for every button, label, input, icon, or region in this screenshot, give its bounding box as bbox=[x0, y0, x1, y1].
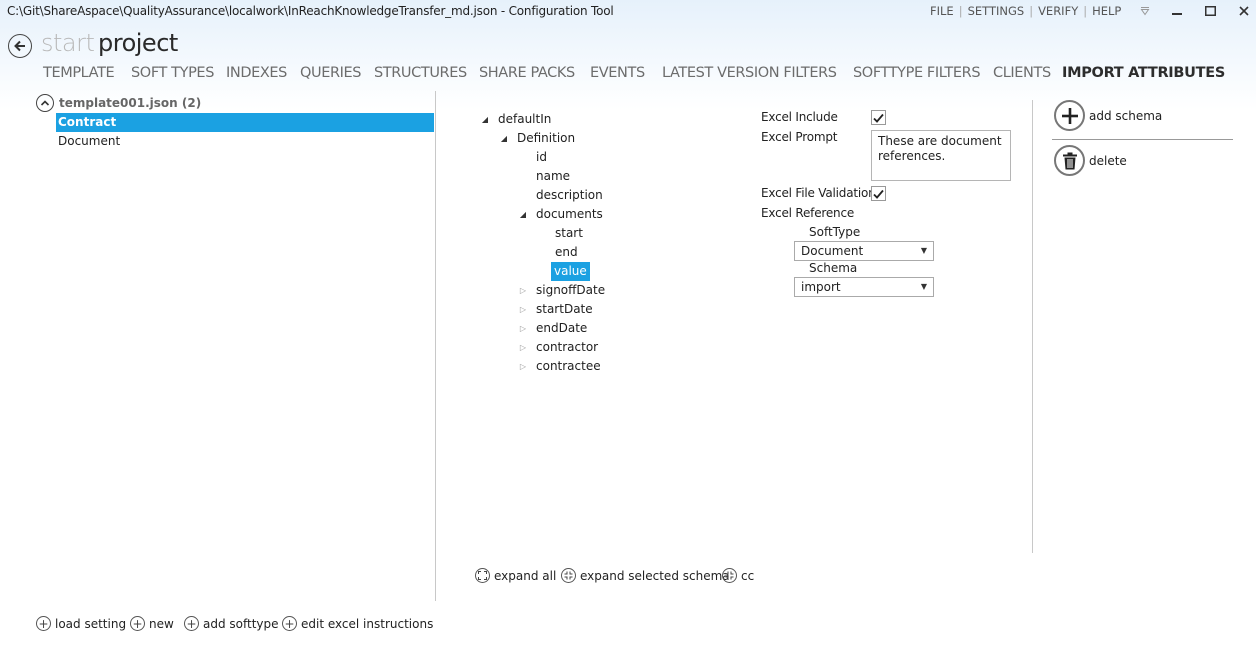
maximize-icon[interactable] bbox=[1201, 0, 1219, 22]
tab-soft-types[interactable]: SOFT TYPES bbox=[131, 65, 214, 81]
collapse-icon bbox=[722, 568, 737, 583]
collapse-icon bbox=[561, 568, 576, 583]
expand-all-icon bbox=[475, 568, 490, 583]
excel-include-label: Excel Include bbox=[761, 110, 838, 124]
tree-node[interactable]: start bbox=[552, 224, 586, 243]
tree-node[interactable]: ◢ Definition bbox=[499, 129, 578, 148]
panel-divider-right bbox=[1032, 100, 1033, 553]
menu-separator: | bbox=[958, 4, 963, 18]
plus-icon: + bbox=[130, 616, 145, 631]
tab-latest-version-filters[interactable]: LATEST VERSION FILTERS bbox=[662, 65, 837, 81]
chevron-down-icon: ▼ bbox=[920, 246, 927, 255]
schema-value: import bbox=[801, 280, 841, 294]
tree-node[interactable]: ▷ signoffDate bbox=[518, 281, 608, 300]
schema-label: Schema bbox=[809, 261, 858, 275]
chevron-down-icon: ▼ bbox=[920, 282, 927, 291]
tab-template[interactable]: TEMPLATE bbox=[43, 65, 115, 81]
collapsed-arrow-icon[interactable]: ▷ bbox=[518, 338, 528, 357]
tab-softtype-filters[interactable]: SOFTTYPE FILTERS bbox=[853, 65, 981, 81]
plus-icon: + bbox=[184, 616, 199, 631]
collapsed-arrow-icon[interactable]: ▷ bbox=[518, 300, 528, 319]
expand-all-button[interactable]: expand all bbox=[475, 568, 556, 583]
expanded-arrow-icon[interactable]: ◢ bbox=[480, 110, 490, 129]
softtype-list: Contract Document bbox=[56, 113, 434, 151]
tab-queries[interactable]: QUERIES bbox=[300, 65, 362, 81]
edit-excel-instructions-button[interactable]: + edit excel instructions bbox=[282, 616, 433, 631]
softtype-dropdown[interactable]: Document ▼ bbox=[794, 241, 934, 261]
checkmark-icon bbox=[873, 189, 884, 199]
excel-include-checkbox[interactable] bbox=[871, 110, 886, 125]
tree-node[interactable]: ▷ endDate bbox=[518, 319, 590, 338]
excel-reference-label: Excel Reference bbox=[761, 206, 855, 220]
tab-clients[interactable]: CLIENTS bbox=[993, 65, 1051, 81]
tab-share-packs[interactable]: SHARE PACKS bbox=[479, 65, 575, 81]
softtype-value: Document bbox=[801, 244, 864, 258]
tab-import-attributes[interactable]: IMPORT ATTRIBUTES bbox=[1062, 65, 1225, 81]
plus-icon bbox=[1054, 100, 1085, 131]
tab-events[interactable]: EVENTS bbox=[590, 65, 645, 81]
menu-settings[interactable]: SETTINGS bbox=[968, 4, 1025, 18]
excel-file-validation-checkbox[interactable] bbox=[871, 186, 886, 201]
expand-selected-schema-button[interactable]: expand selected schema bbox=[561, 568, 730, 583]
tree-node[interactable]: ▷ startDate bbox=[518, 300, 596, 319]
window-title: C:\Git\ShareAspace\QualityAssurance\loca… bbox=[7, 4, 614, 18]
template-group-header[interactable]: template001.json (2) bbox=[36, 94, 201, 112]
excel-prompt-label: Excel Prompt bbox=[761, 130, 838, 144]
tree-node[interactable]: ◢ defaultIn bbox=[480, 110, 554, 129]
menu-file[interactable]: FILE bbox=[930, 4, 954, 18]
breadcrumb-project: project bbox=[98, 29, 178, 57]
breadcrumb-start[interactable]: start bbox=[41, 29, 95, 57]
expanded-arrow-icon[interactable]: ◢ bbox=[499, 129, 509, 148]
menu-help[interactable]: HELP bbox=[1092, 4, 1121, 18]
minimize-icon[interactable] bbox=[1168, 0, 1186, 22]
collapse-up-icon[interactable] bbox=[36, 94, 54, 112]
tree-node[interactable]: ▷ contractor bbox=[518, 338, 601, 357]
back-arrow-icon bbox=[14, 40, 25, 52]
back-button[interactable] bbox=[8, 34, 32, 58]
add-softtype-button[interactable]: + add softtype bbox=[184, 616, 279, 631]
top-menu: FILE | SETTINGS | VERIFY | HELP bbox=[930, 4, 1121, 18]
menu-verify[interactable]: VERIFY bbox=[1038, 4, 1078, 18]
excel-prompt-input[interactable]: These are document references. bbox=[871, 130, 1011, 181]
list-item-document[interactable]: Document bbox=[56, 132, 434, 151]
cc-button[interactable]: cc bbox=[722, 568, 754, 583]
tree-node[interactable]: ▷ contractee bbox=[518, 357, 604, 376]
delete-button[interactable]: delete bbox=[1054, 145, 1127, 176]
add-schema-label: add schema bbox=[1089, 108, 1163, 123]
tab-indexes[interactable]: INDEXES bbox=[226, 65, 287, 81]
menu-separator: | bbox=[1029, 4, 1034, 18]
excel-file-validation-label: Excel File Validation bbox=[761, 186, 876, 200]
template-group-label: template001.json (2) bbox=[59, 96, 202, 110]
side-separator bbox=[1052, 139, 1233, 140]
tree-node[interactable]: description bbox=[533, 186, 606, 205]
panel-divider-left bbox=[435, 91, 436, 601]
add-schema-button[interactable]: add schema bbox=[1054, 100, 1162, 131]
tree-node-selected[interactable]: value bbox=[551, 262, 590, 281]
load-setting-button[interactable]: + load setting bbox=[36, 616, 126, 631]
expanded-arrow-icon[interactable]: ◢ bbox=[518, 205, 528, 224]
softtype-label: SoftType bbox=[809, 225, 861, 239]
plus-icon: + bbox=[282, 616, 297, 631]
plus-icon: + bbox=[36, 616, 51, 631]
tree-node[interactable]: end bbox=[552, 243, 581, 262]
collapsed-arrow-icon[interactable]: ▷ bbox=[518, 281, 528, 300]
menu-separator: | bbox=[1083, 4, 1088, 18]
tab-structures[interactable]: STRUCTURES bbox=[374, 65, 467, 81]
tree-node[interactable]: ◢ documents bbox=[518, 205, 606, 224]
tree-node[interactable]: id bbox=[533, 148, 550, 167]
list-item-contract[interactable]: Contract bbox=[56, 113, 434, 132]
schema-dropdown[interactable]: import ▼ bbox=[794, 277, 934, 297]
pin-icon[interactable] bbox=[1136, 0, 1154, 22]
tree-node[interactable]: name bbox=[533, 167, 573, 186]
new-button[interactable]: + new bbox=[130, 616, 174, 631]
delete-label: delete bbox=[1089, 153, 1127, 168]
trash-icon bbox=[1054, 145, 1085, 176]
close-icon[interactable] bbox=[1235, 0, 1253, 22]
collapsed-arrow-icon[interactable]: ▷ bbox=[518, 357, 528, 376]
checkmark-icon bbox=[873, 113, 884, 123]
collapsed-arrow-icon[interactable]: ▷ bbox=[518, 319, 528, 338]
